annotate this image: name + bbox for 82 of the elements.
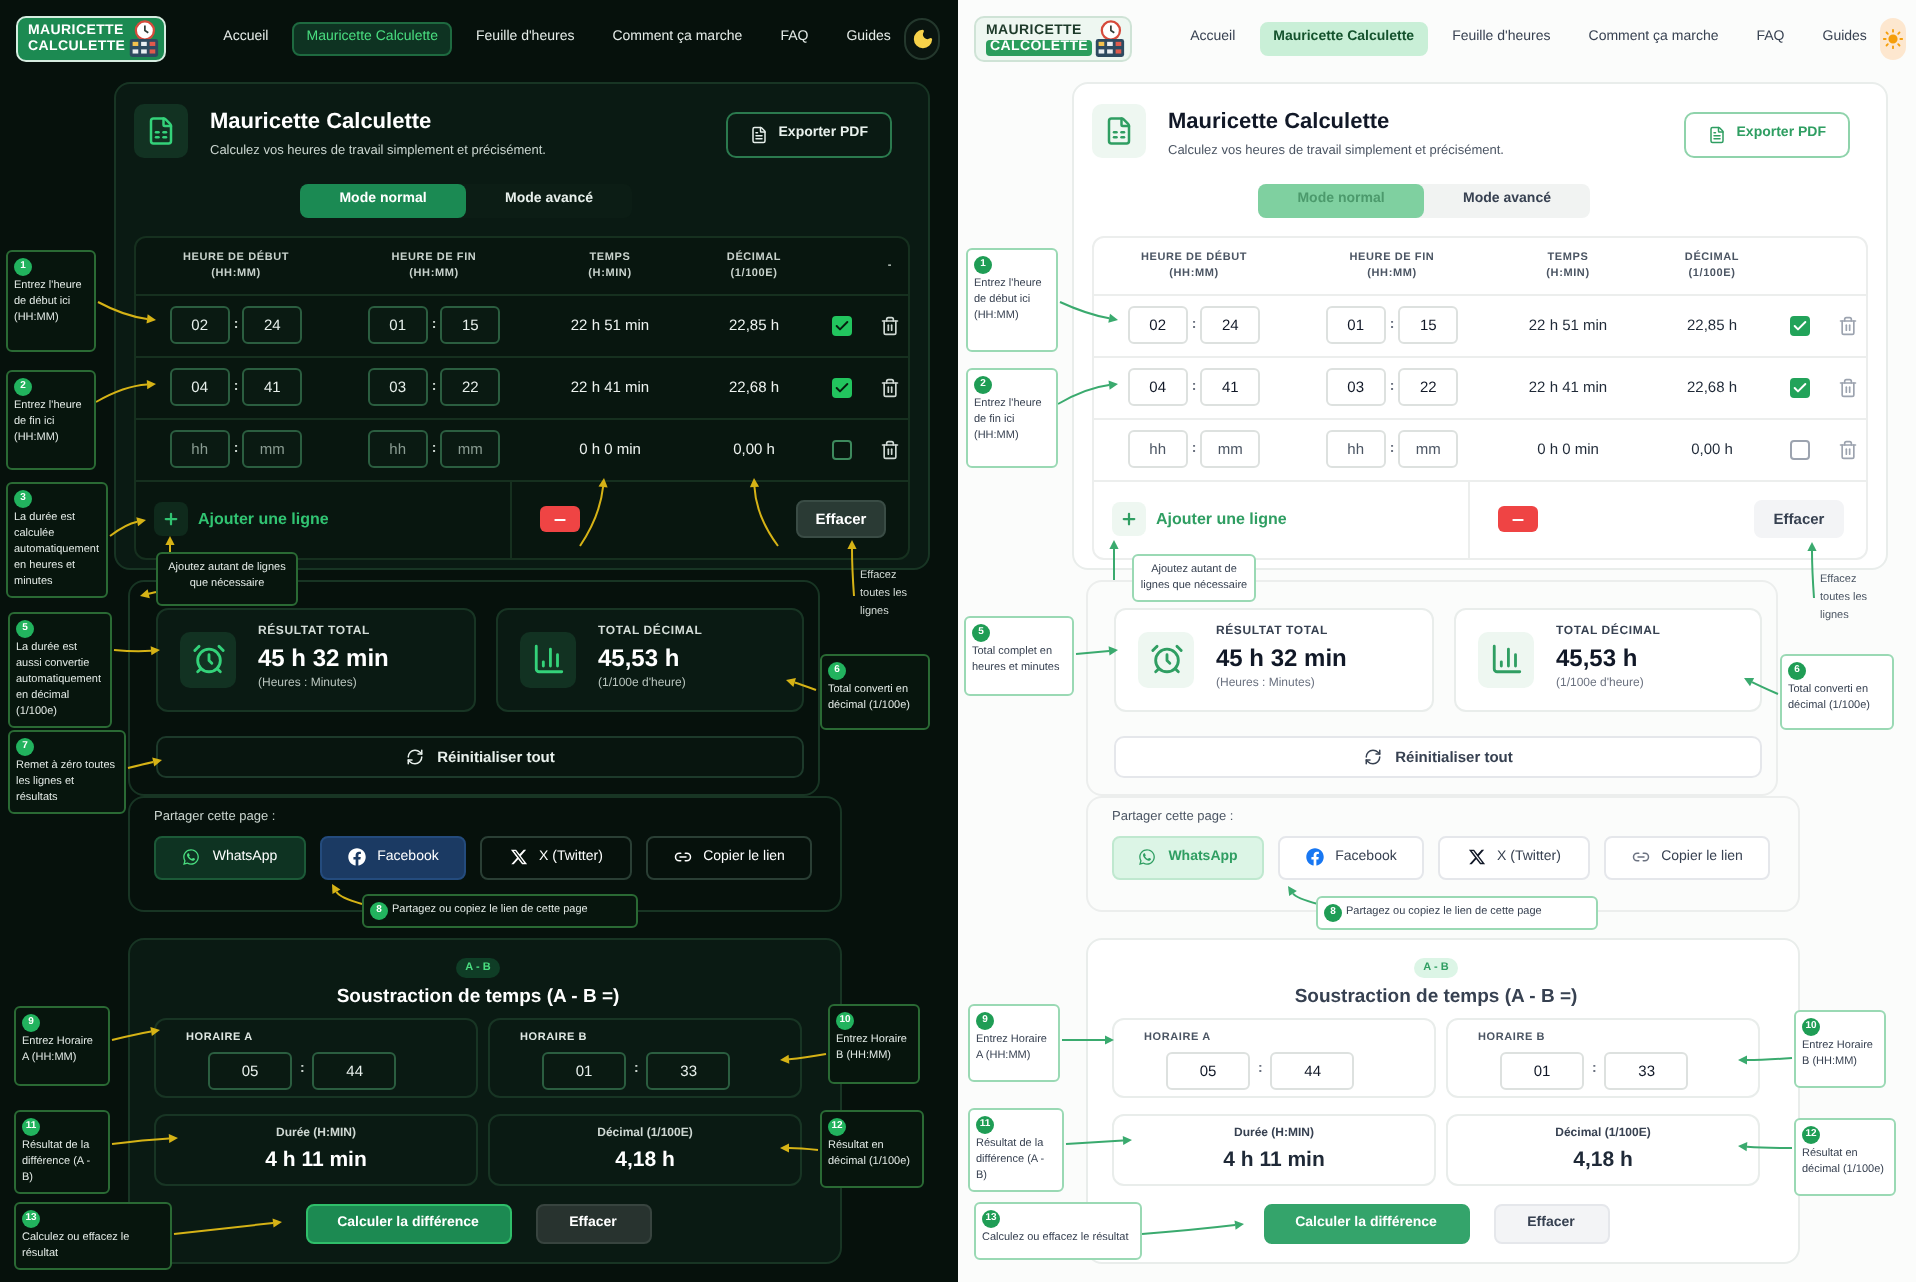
annotation-arrow xyxy=(780,1143,819,1153)
page-title: Mauricette Calculette xyxy=(210,108,434,136)
annotation-arrow xyxy=(1288,886,1319,905)
annotation-arrow xyxy=(1057,380,1118,405)
annotation-arrow xyxy=(165,536,175,553)
total-value: 45,53 h xyxy=(1556,642,1640,675)
trash-icon[interactable] xyxy=(880,315,900,336)
link-icon xyxy=(1631,848,1650,867)
clock-calculator-icon xyxy=(1092,20,1127,58)
annotation-arrow xyxy=(1075,646,1118,656)
refresh-icon xyxy=(1363,747,1382,766)
annotation-arrow xyxy=(95,379,156,403)
annotation-arrow xyxy=(1065,1135,1132,1146)
annotation-arrow xyxy=(1059,301,1118,323)
page-title: Mauricette Calculette xyxy=(1168,108,1392,136)
checkbox[interactable] xyxy=(832,439,852,460)
checkbox[interactable] xyxy=(1790,439,1810,460)
checkbox[interactable] xyxy=(832,377,852,398)
section-title: Soustraction de temps (A - B =) xyxy=(334,983,622,1010)
file-icon xyxy=(1708,126,1727,144)
facebook-icon xyxy=(1305,848,1324,867)
plus-icon xyxy=(1112,502,1146,537)
result-value: 4,18 h xyxy=(1573,1145,1633,1174)
checkmark-icon xyxy=(834,379,850,396)
trash-icon[interactable] xyxy=(880,439,900,460)
checkmark-icon xyxy=(1792,317,1808,334)
add-row-button[interactable]: Ajouter une ligne xyxy=(154,502,329,537)
annotation-arrow xyxy=(579,478,608,547)
bar-chart-icon xyxy=(1478,631,1534,688)
alarm-clock-icon xyxy=(1138,631,1194,688)
annotation-arrow xyxy=(113,646,160,656)
annotation-arrow xyxy=(780,1053,827,1064)
checkbox[interactable] xyxy=(1790,315,1810,336)
annotation-arrow xyxy=(1807,542,1817,599)
checkmark-icon xyxy=(834,317,850,334)
spreadsheet-icon xyxy=(1092,104,1146,158)
theme-toggle-button[interactable] xyxy=(904,18,940,60)
plus-icon xyxy=(154,502,188,537)
whatsapp-icon xyxy=(182,848,201,867)
total-value: 45 h 32 min xyxy=(1216,642,1347,675)
annotation-arrow xyxy=(173,1218,282,1235)
annotation-arrow xyxy=(140,589,157,599)
annotation-arrow xyxy=(1061,1035,1114,1045)
section-title: Soustraction de temps (A - B =) xyxy=(1292,983,1580,1010)
total-value: 45,53 h xyxy=(598,642,682,675)
annotation-arrow xyxy=(786,678,817,691)
annotation-arrow xyxy=(847,540,857,597)
annotation-arrow xyxy=(97,301,156,324)
facebook-icon xyxy=(347,848,366,867)
link-icon xyxy=(673,848,692,867)
annotation-arrow xyxy=(1738,1142,1793,1152)
checkmark-icon xyxy=(1792,379,1808,396)
x-logo-icon xyxy=(509,848,528,867)
annotation-arrow xyxy=(109,517,146,537)
alarm-clock-icon xyxy=(180,631,236,688)
result-value: 4,18 h xyxy=(615,1145,675,1174)
trash-icon[interactable] xyxy=(880,377,900,398)
sun-icon xyxy=(1882,28,1905,50)
annotation-arrow xyxy=(127,757,162,769)
checkbox[interactable] xyxy=(832,315,852,336)
file-icon xyxy=(750,126,769,144)
spreadsheet-icon xyxy=(134,104,188,158)
annotation-arrow xyxy=(332,884,363,905)
annotation-arrow xyxy=(111,1026,160,1041)
result-value: 4 h 11 min xyxy=(265,1145,367,1174)
clock-calculator-icon xyxy=(125,20,160,58)
checkbox[interactable] xyxy=(1790,377,1810,398)
x-logo-icon xyxy=(1467,848,1486,867)
annotation-arrow xyxy=(1738,1055,1793,1065)
remove-row-button[interactable] xyxy=(1498,506,1538,533)
annotation-arrow xyxy=(749,478,779,547)
refresh-icon xyxy=(405,747,424,766)
remove-row-button[interactable] xyxy=(540,506,580,533)
total-value: 45 h 32 min xyxy=(258,642,389,675)
result-value: 4 h 11 min xyxy=(1223,1145,1325,1174)
annotation-arrow xyxy=(111,1133,178,1145)
moon-icon xyxy=(911,28,934,50)
bar-chart-icon xyxy=(520,631,576,688)
whatsapp-icon xyxy=(1138,848,1157,867)
annotation-arrow xyxy=(1141,1220,1244,1235)
annotation-arrow xyxy=(1744,677,1779,695)
annotation-arrow xyxy=(1109,540,1119,581)
